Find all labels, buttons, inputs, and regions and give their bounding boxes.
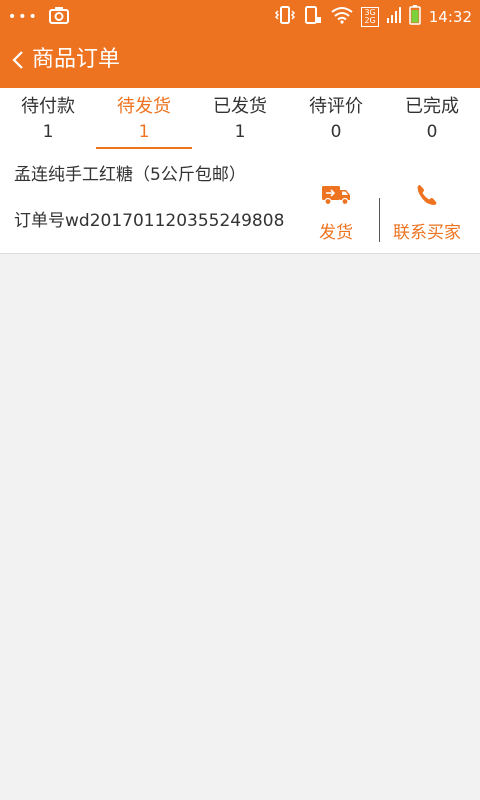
active-tab-indicator [96, 147, 192, 149]
battery-icon [409, 5, 421, 29]
tab-label: 已完成 [405, 96, 459, 117]
page-title: 商品订单 [32, 47, 121, 72]
order-number: 订单号wd20170112035524980​8 [14, 211, 285, 231]
order-status-tabs: 待付款 1 待发货 1 已发货 1 待评价 0 已完成 0 [0, 88, 480, 152]
screenshot-icon [48, 6, 69, 28]
tab-shipped[interactable]: 已发货 1 [192, 88, 288, 152]
chevron-left-icon [12, 51, 23, 69]
tab-label: 待评价 [309, 96, 363, 117]
back-button[interactable] [6, 42, 30, 78]
tab-pending-review[interactable]: 待评价 0 [288, 88, 384, 152]
wifi-icon [331, 6, 354, 28]
phone-icon [417, 185, 437, 205]
status-bar: ••• 3G 2G 14:32 [0, 0, 480, 32]
action-divider [379, 198, 380, 242]
ship-label: 发货 [319, 223, 353, 243]
tab-count: 1 [234, 122, 246, 142]
tab-count: 0 [330, 122, 342, 142]
more-notifications-icon: ••• [8, 9, 39, 25]
ship-button[interactable]: 发货 [306, 182, 366, 246]
tab-label: 待付款 [21, 96, 75, 117]
tab-pending-payment[interactable]: 待付款 1 [0, 88, 96, 152]
tab-label: 已发货 [213, 96, 267, 117]
status-right: 3G 2G 14:32 [275, 5, 472, 29]
tab-completed[interactable]: 已完成 0 [384, 88, 480, 152]
status-time: 14:32 [428, 8, 472, 26]
tab-pending-shipment[interactable]: 待发货 1 [96, 88, 192, 152]
order-card[interactable]: 孟连纯手工红糖（5公斤包邮） 订单号wd20170112035524980​8 … [0, 152, 480, 254]
contact-buyer-label: 联系买家 [393, 223, 461, 243]
vibrate-icon [275, 5, 296, 29]
tab-count: 1 [138, 122, 150, 142]
network-indicator: 3G 2G [361, 7, 379, 27]
tab-label: 待发货 [117, 96, 171, 117]
app-bar: 商品订单 [0, 32, 480, 88]
tab-count: 1 [42, 122, 54, 142]
contact-buyer-button[interactable]: 联系买家 [386, 182, 468, 246]
tab-count: 0 [426, 122, 438, 142]
truck-icon [322, 186, 350, 206]
status-left: ••• [8, 6, 69, 28]
product-name: 孟连纯手工红糖（5公斤包邮） [14, 165, 246, 185]
phone-sync-icon [303, 5, 323, 29]
signal-icon [386, 7, 401, 27]
network-bottom-label: 2G [364, 16, 376, 25]
